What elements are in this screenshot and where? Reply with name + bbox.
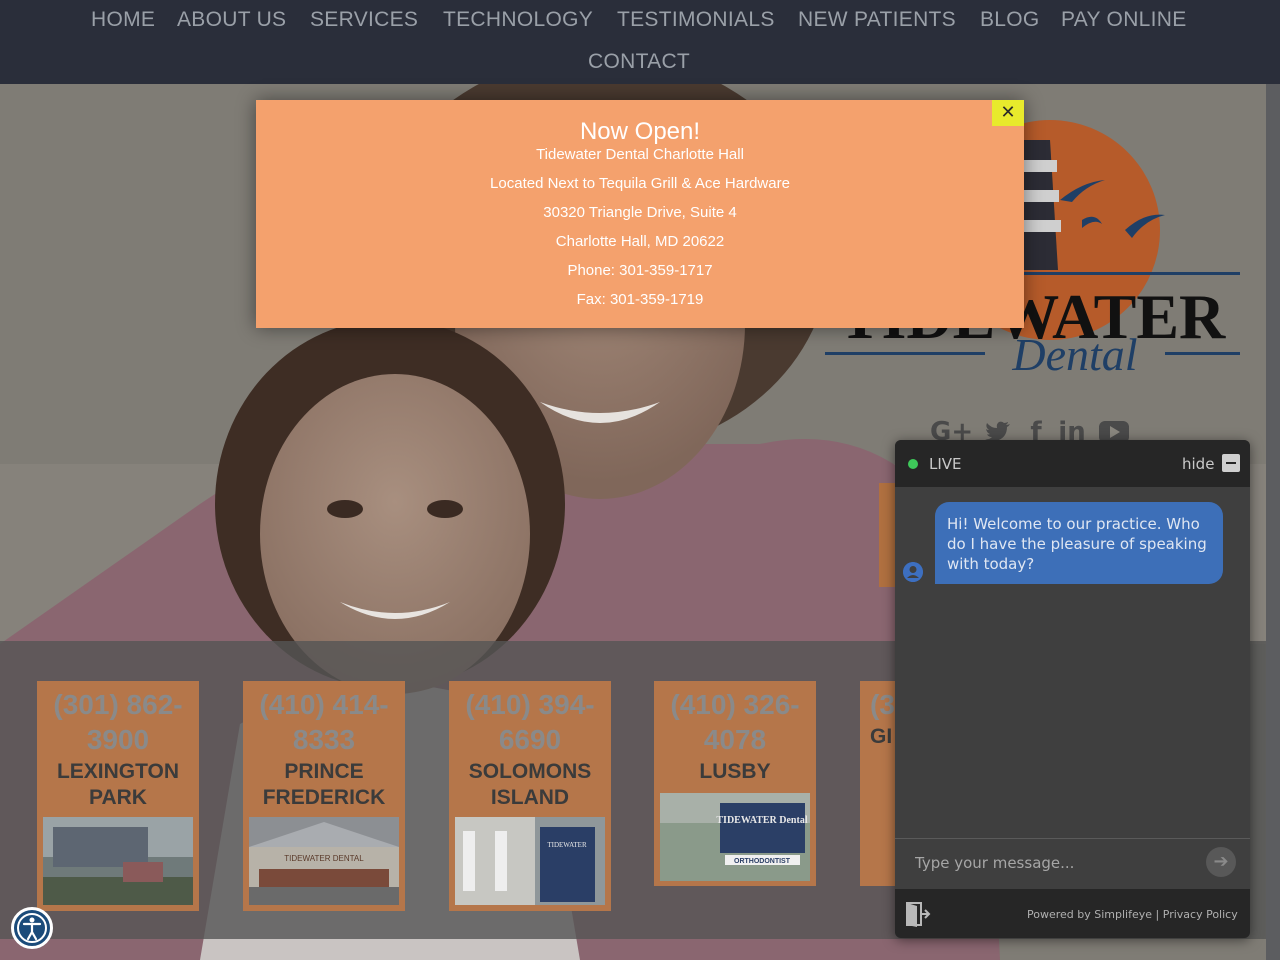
announcement-popup: Now Open! Tidewater Dental Charlotte Hal… [256,100,1024,328]
nav-technology[interactable]: TECHNOLOGY [443,8,593,32]
nav-contact[interactable]: CONTACT [588,50,690,74]
popup-line: Charlotte Hall, MD 20622 [555,233,725,250]
live-status-icon [908,459,918,469]
exit-chat-icon[interactable] [905,901,931,927]
minimize-icon[interactable] [1222,454,1240,472]
agent-avatar-icon [903,562,923,582]
popup-line: Fax: 301-359-1719 [576,291,704,308]
location-phone[interactable]: (3 [860,687,900,722]
nav-new-patients[interactable]: NEW PATIENTS [798,8,956,32]
nav-home[interactable]: HOME [91,8,155,32]
popup-line: Tidewater Dental Charlotte Hall [536,146,744,163]
close-icon[interactable]: ✕ [992,100,1024,126]
chat-widget: LIVE hide Hi! Welcome to our practice. W… [895,440,1250,938]
footer-separator: | [1155,908,1160,921]
logo-line2: Dental [1011,329,1137,380]
location-card-solomons-island[interactable]: (410) 394-6690 SOLOMONS ISLAND TIDEWATER [449,681,611,911]
location-phone[interactable]: (410) 414-8333 [243,687,405,757]
location-sign-sub: ORTHODONTIST [734,858,791,865]
privacy-policy-link[interactable]: Privacy Policy [1163,908,1238,921]
location-card-prince-frederick[interactable]: (410) 414-8333 PRINCE FREDERICK TIDEWATE… [243,681,405,911]
location-photo: TIDEWATER Dental ORTHODONTIST [660,793,810,881]
main-nav: HOME ABOUT US SERVICES TECHNOLOGY TESTIM… [0,0,1280,84]
nav-services[interactable]: SERVICES [310,8,418,32]
chat-footer: Powered by Simplifeye | Privacy Policy [895,889,1250,938]
location-card-lexington-park[interactable]: (301) 862-3900 LEXINGTON PARK [37,681,199,911]
location-photo: TIDEWATER DENTAL [249,817,399,905]
location-card-lusby[interactable]: (410) 326-4078 LUSBY TIDEWATER Dental OR… [654,681,816,886]
location-sign: TIDEWATER Dental [716,815,807,826]
nav-blog[interactable]: BLOG [980,8,1040,32]
location-name: GI [870,725,893,748]
nav-about-us[interactable]: ABOUT US [177,8,286,32]
location-photo [43,817,193,905]
location-phone[interactable]: (301) 862-3900 [37,687,199,757]
nav-testimonials[interactable]: TESTIMONIALS [617,8,775,32]
popup-line: Located Next to Tequila Grill & Ace Hard… [490,175,790,192]
chat-header: LIVE hide [895,440,1250,487]
accessibility-icon[interactable] [11,907,53,949]
chat-composer: ➔ [895,838,1250,888]
location-name: SOLOMONS ISLAND [468,760,592,809]
location-sign: TIDEWATER DENTAL [284,854,364,863]
popup-line: Phone: 301-359-1717 [567,262,713,279]
popup-line: 30320 Triangle Drive, Suite 4 [543,204,737,221]
location-sign: TIDEWATER [547,841,587,849]
chat-hide-button[interactable]: hide [1182,455,1214,473]
powered-by-link[interactable]: Powered by Simplifeye [1027,908,1152,921]
popup-title: Now Open! [579,118,701,145]
location-card-partial[interactable]: (3 GI [860,681,900,886]
chat-powered-by: Powered by Simplifeye | Privacy Policy [1027,908,1238,921]
location-name: LEXINGTON PARK [56,760,180,809]
chat-message-input[interactable] [895,839,1195,887]
location-photo: TIDEWATER [455,817,605,905]
location-name: LUSBY [699,760,771,783]
location-phone[interactable]: (410) 394-6690 [449,687,611,757]
side-tab[interactable] [879,483,895,587]
location-name: PRINCE FREDERICK [262,760,386,809]
send-icon[interactable]: ➔ [1206,847,1236,877]
page-scrollbar[interactable] [1266,84,1280,960]
chat-status: LIVE [929,455,962,473]
location-phone[interactable]: (410) 326-4078 [654,687,816,757]
chat-message: Hi! Welcome to our practice. Who do I ha… [935,502,1223,584]
nav-pay-online[interactable]: PAY ONLINE [1061,8,1187,32]
